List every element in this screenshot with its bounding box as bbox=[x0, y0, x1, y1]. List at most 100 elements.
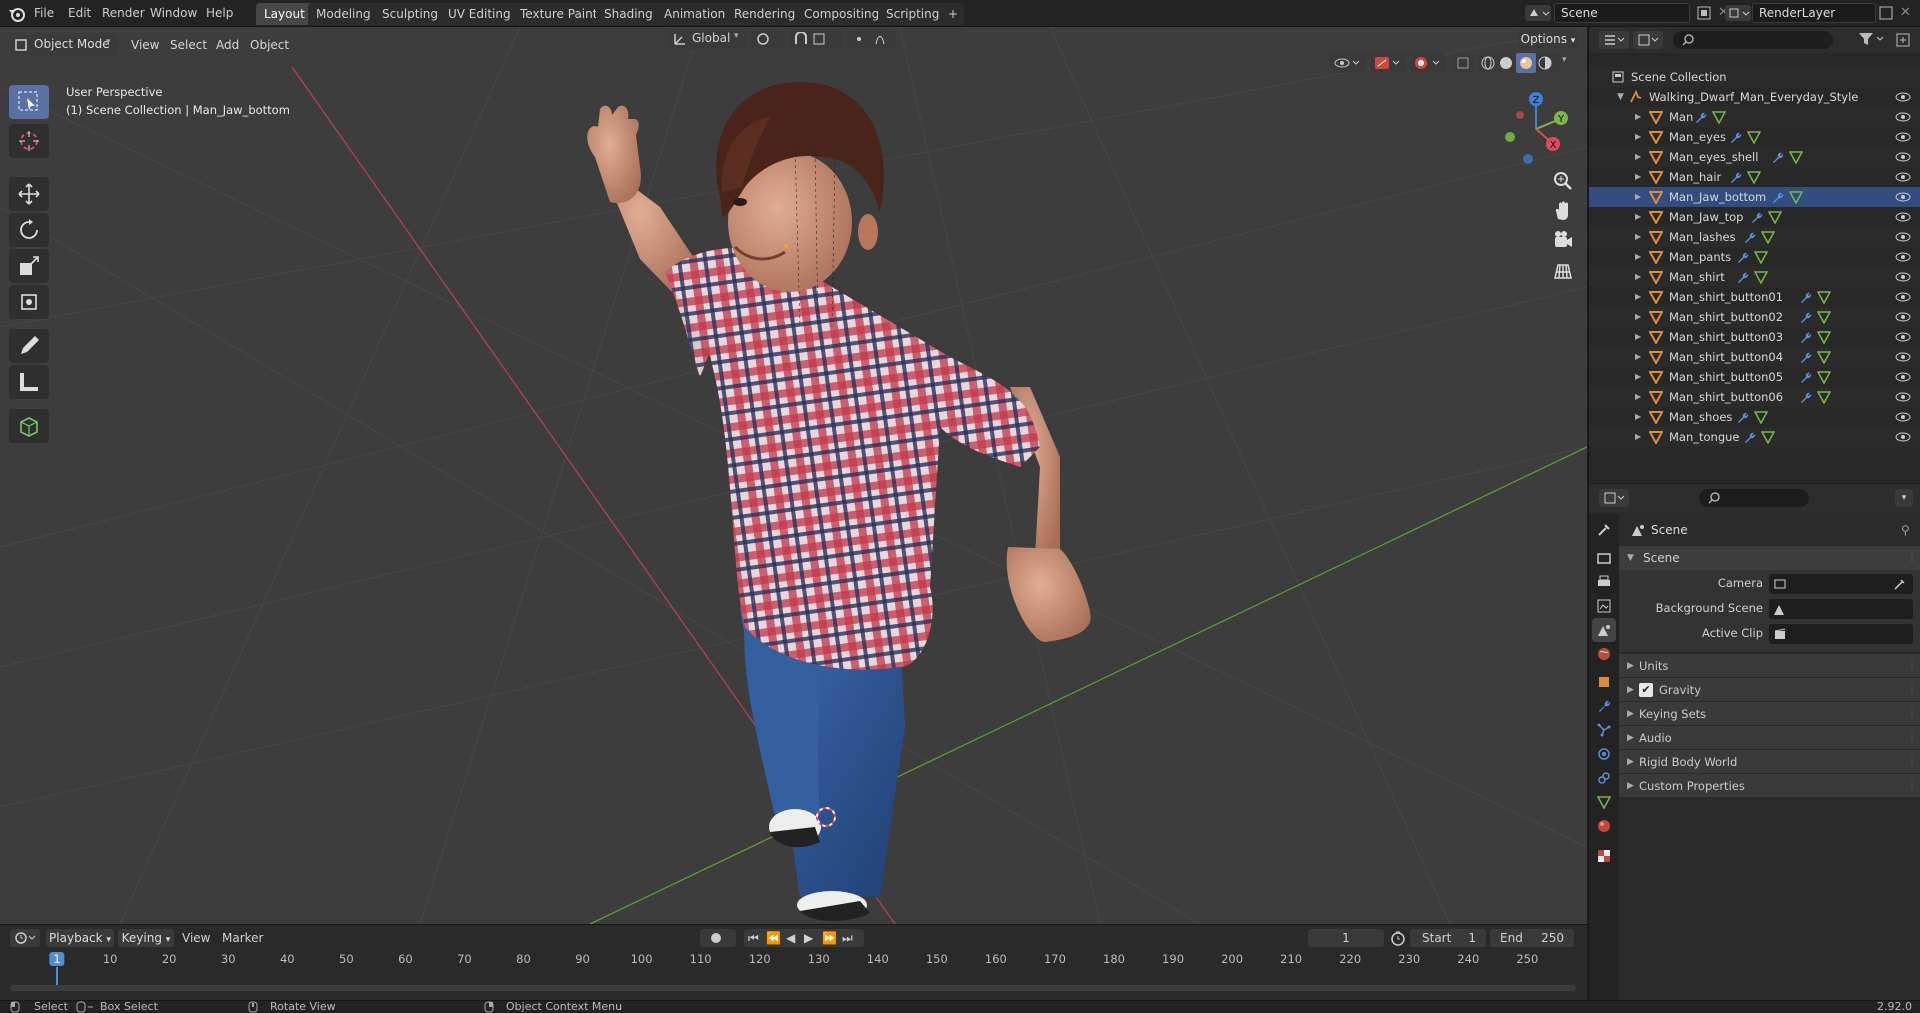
expand-arrow-icon[interactable]: ▶ bbox=[1635, 247, 1641, 267]
tab-data[interactable] bbox=[1592, 790, 1616, 814]
mesh-data-icon[interactable] bbox=[1712, 110, 1726, 124]
tab-object[interactable] bbox=[1592, 670, 1616, 694]
proportional-edit-selector[interactable] bbox=[848, 29, 896, 49]
eye-icon[interactable] bbox=[1895, 231, 1911, 243]
material-shading-icon[interactable] bbox=[1519, 56, 1533, 70]
modifier-wrench-icon[interactable] bbox=[1743, 230, 1757, 244]
add-cube-tool[interactable] bbox=[9, 409, 49, 443]
properties-search-input[interactable] bbox=[1699, 489, 1809, 507]
eyedropper-icon[interactable] bbox=[1893, 577, 1907, 591]
expand-arrow-icon[interactable]: ▶ bbox=[1635, 327, 1641, 347]
drag-handle-icon[interactable]: ⋮⋮ bbox=[1907, 750, 1920, 774]
eye-icon[interactable] bbox=[1895, 431, 1911, 443]
shading-mode-group[interactable] bbox=[1478, 53, 1560, 73]
viewport-menu-select[interactable]: Select bbox=[170, 36, 207, 54]
eye-icon[interactable] bbox=[1895, 211, 1911, 223]
camera-view-button[interactable] bbox=[1549, 227, 1577, 255]
expand-arrow-icon[interactable]: ▶ bbox=[1635, 187, 1641, 207]
playhead-line[interactable] bbox=[56, 967, 58, 985]
modifier-wrench-icon[interactable] bbox=[1743, 430, 1757, 444]
eye-icon[interactable] bbox=[1895, 251, 1911, 263]
pan-button[interactable] bbox=[1549, 197, 1577, 225]
expand-arrow-icon[interactable]: ▶ bbox=[1635, 207, 1641, 227]
visibility-selector[interactable] bbox=[1330, 53, 1366, 73]
move-tool[interactable] bbox=[9, 177, 49, 211]
scene-panel-header[interactable]: ▼ Scene ⋮⋮ bbox=[1619, 546, 1920, 570]
mesh-data-icon[interactable] bbox=[1817, 290, 1831, 304]
filter-icon[interactable] bbox=[1857, 31, 1887, 47]
3d-viewport[interactable]: Object Mode ▾ View Select Add Object Glo… bbox=[0, 27, 1587, 924]
outliner-item[interactable]: ▶ Man_shirt_button02 bbox=[1589, 307, 1920, 327]
mesh-data-icon[interactable] bbox=[1747, 170, 1761, 184]
eye-icon[interactable] bbox=[1895, 131, 1911, 143]
remove-view-layer-icon[interactable]: ✕ bbox=[1900, 5, 1911, 20]
modifier-wrench-icon[interactable] bbox=[1729, 130, 1743, 144]
perspective-toggle-button[interactable] bbox=[1549, 257, 1577, 285]
scene-name-field[interactable]: Scene bbox=[1554, 3, 1690, 23]
mesh-data-icon[interactable] bbox=[1817, 310, 1831, 324]
modifier-wrench-icon[interactable] bbox=[1799, 310, 1813, 324]
drag-handle-icon[interactable]: ⋮⋮ bbox=[1907, 774, 1920, 798]
drag-handle-icon[interactable]: ⋮⋮ bbox=[1907, 654, 1920, 678]
modifier-wrench-icon[interactable] bbox=[1736, 410, 1750, 424]
gizmo-toggle[interactable] bbox=[1370, 53, 1406, 73]
view-layer-browse-icon[interactable] bbox=[1724, 4, 1752, 22]
camera-field[interactable] bbox=[1769, 574, 1913, 594]
expand-arrow-icon[interactable]: ▶ bbox=[1635, 387, 1641, 407]
modifier-wrench-icon[interactable] bbox=[1799, 350, 1813, 364]
tab-particles[interactable] bbox=[1592, 718, 1616, 742]
view-layer-field[interactable]: RenderLayer bbox=[1752, 3, 1876, 23]
outliner-item[interactable]: ▶ Man_shirt_button05 bbox=[1589, 367, 1920, 387]
drag-handle-icon[interactable]: ⋮⋮ bbox=[1907, 726, 1920, 750]
pivot-point-selector[interactable] bbox=[752, 29, 784, 49]
modifier-wrench-icon[interactable] bbox=[1736, 270, 1750, 284]
expand-arrow-icon[interactable]: ▶ bbox=[1635, 107, 1641, 127]
annotate-tool[interactable] bbox=[9, 329, 49, 363]
mesh-data-icon[interactable] bbox=[1789, 190, 1803, 204]
outliner-item[interactable]: ▶ Man_shirt_button03 bbox=[1589, 327, 1920, 347]
solid-shading-icon[interactable] bbox=[1499, 56, 1513, 70]
outliner-item[interactable]: ▶ Man_shirt bbox=[1589, 267, 1920, 287]
tab-texture-paint[interactable]: Texture Paint bbox=[512, 3, 606, 25]
new-collection-icon[interactable] bbox=[1895, 32, 1911, 48]
mesh-data-icon[interactable] bbox=[1817, 350, 1831, 364]
outliner-item[interactable]: ▶ Man_eyes bbox=[1589, 127, 1920, 147]
outliner-item[interactable]: ▶ Man_lashes bbox=[1589, 227, 1920, 247]
viewport-scene[interactable] bbox=[0, 27, 1587, 924]
measure-tool[interactable] bbox=[9, 365, 49, 399]
modifier-wrench-icon[interactable] bbox=[1799, 290, 1813, 304]
options-button[interactable]: Options ▾ bbox=[1518, 29, 1578, 49]
rendered-shading-icon[interactable] bbox=[1538, 56, 1552, 70]
modifier-wrench-icon[interactable] bbox=[1750, 210, 1764, 224]
gravity-checkbox[interactable]: ✔ bbox=[1639, 683, 1653, 697]
modifier-wrench-icon[interactable] bbox=[1799, 390, 1813, 404]
viewport-menu-view[interactable]: View bbox=[131, 36, 159, 54]
editor-type-selector[interactable] bbox=[1599, 31, 1629, 49]
outliner-item[interactable]: ▶ Man_shirt_button06 bbox=[1589, 387, 1920, 407]
wireframe-shading-icon[interactable] bbox=[1481, 56, 1495, 70]
tab-output[interactable] bbox=[1592, 570, 1616, 594]
menu-help[interactable]: Help bbox=[206, 0, 233, 27]
units-panel-header[interactable]: ▶ Units ⋮⋮ bbox=[1619, 654, 1920, 678]
tab-material[interactable] bbox=[1592, 814, 1616, 838]
display-mode-selector[interactable] bbox=[1633, 31, 1663, 49]
mesh-data-icon[interactable] bbox=[1747, 130, 1761, 144]
timeline-scrollbar[interactable] bbox=[10, 985, 1576, 991]
expand-arrow-icon[interactable]: ▶ bbox=[1635, 307, 1641, 327]
modifier-wrench-icon[interactable] bbox=[1729, 170, 1743, 184]
eye-icon[interactable] bbox=[1895, 291, 1911, 303]
select-box-tool[interactable] bbox=[9, 85, 49, 119]
tab-modifiers[interactable] bbox=[1592, 694, 1616, 718]
mesh-data-icon[interactable] bbox=[1761, 430, 1775, 444]
transform-orientation-selector[interactable]: Global ▾ bbox=[668, 29, 746, 49]
overlay-toggle[interactable] bbox=[1410, 53, 1446, 73]
eye-icon[interactable] bbox=[1895, 371, 1911, 383]
zoom-button[interactable] bbox=[1549, 167, 1577, 195]
tab-sculpting[interactable]: Sculpting bbox=[374, 3, 447, 25]
tab-physics[interactable] bbox=[1592, 742, 1616, 766]
menu-window[interactable]: Window bbox=[150, 0, 197, 27]
collection-row[interactable]: ▼ Walking_Dwarf_Man_Everyday_Style bbox=[1589, 87, 1920, 107]
expand-arrow-icon[interactable]: ▶ bbox=[1635, 427, 1641, 447]
tab-modeling[interactable]: Modeling bbox=[308, 3, 379, 25]
viewport-menu-object[interactable]: Object bbox=[250, 36, 289, 54]
